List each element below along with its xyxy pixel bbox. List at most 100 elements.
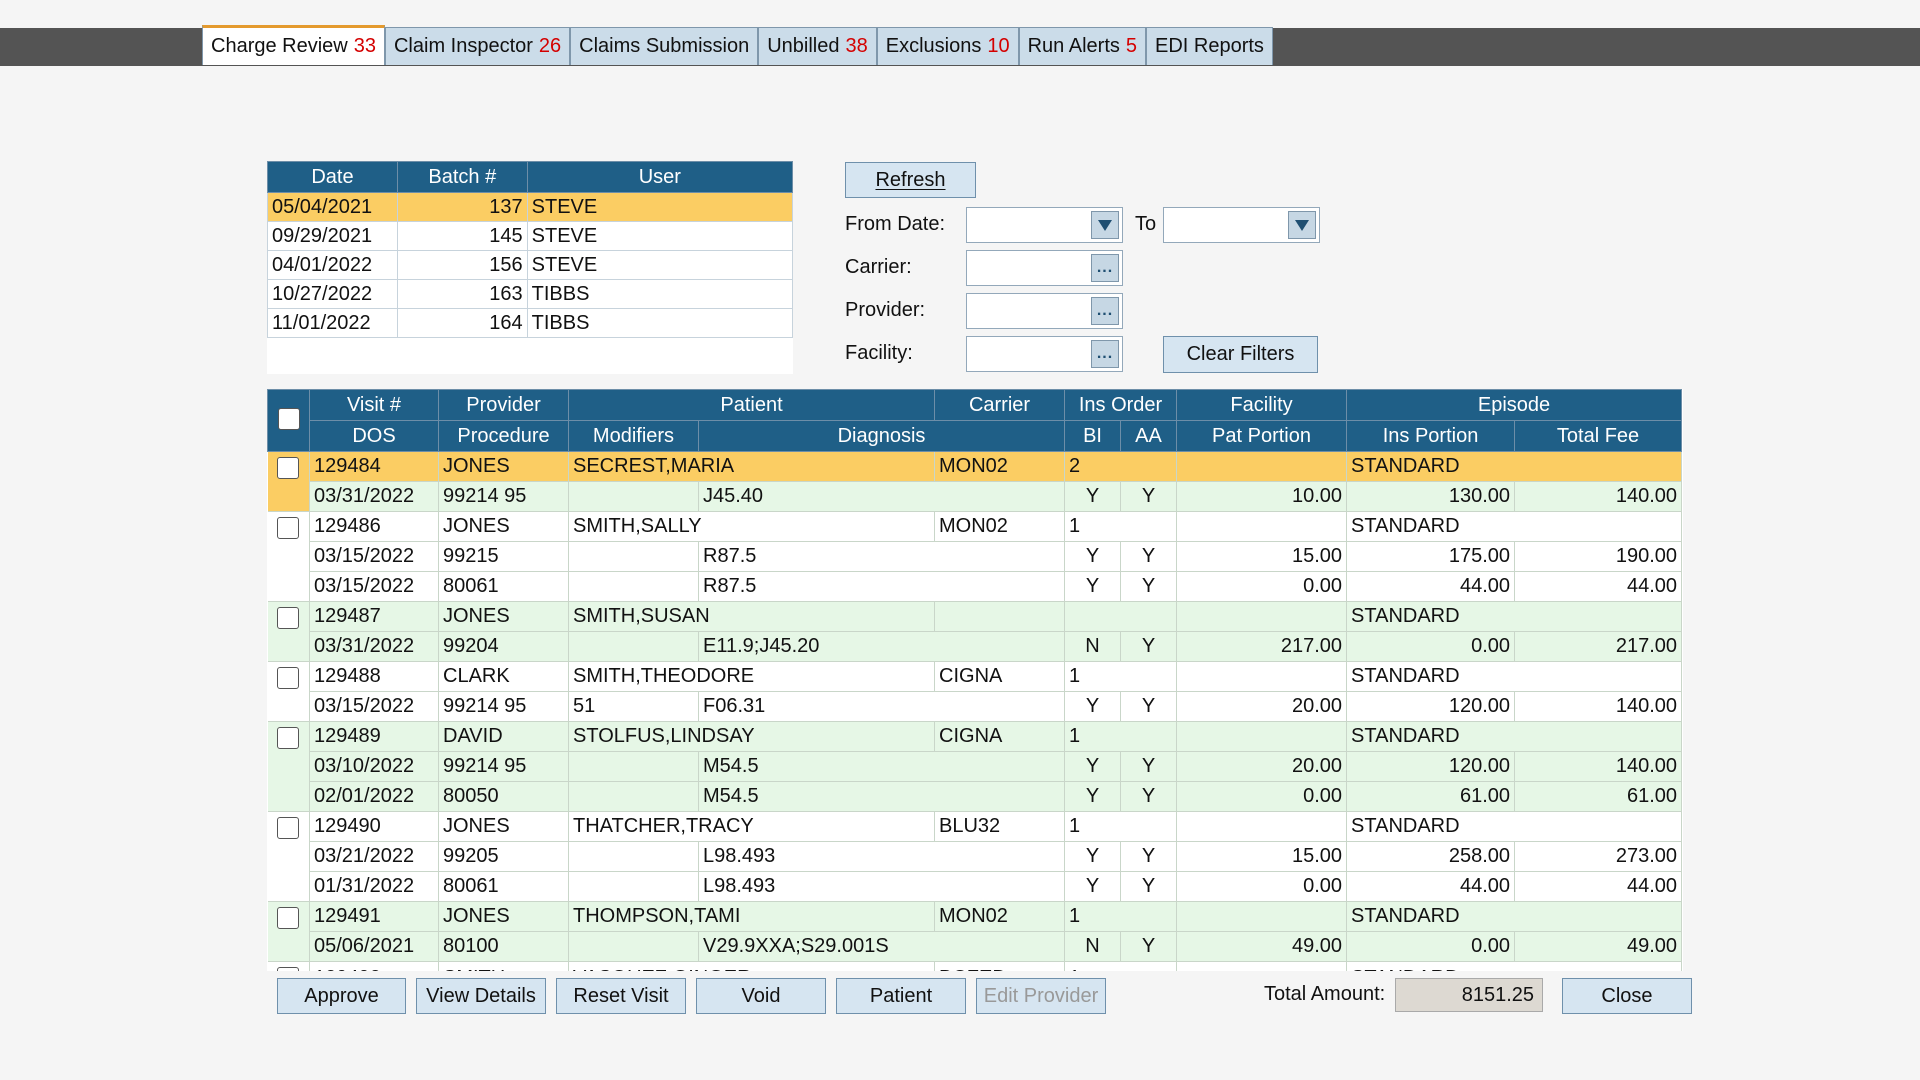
row-checkbox[interactable] — [277, 667, 300, 689]
batch-row[interactable]: 05/04/2021 137 STEVE — [267, 192, 794, 222]
charge-line-row[interactable]: 03/31/2022 99214 95 J45.40 Y Y 10.00 130.00 140… — [268, 481, 1683, 512]
charge-line-row[interactable]: 01/31/2022 80061 L98.493 Y Y 0.00 44.00 44.00 — [268, 871, 1683, 902]
from-date-dropdown-icon[interactable] — [1091, 211, 1119, 239]
batch-row[interactable]: 11/01/2022 164 TIBBS — [267, 308, 794, 338]
visit-patient: THOMPSON,TAMI — [567, 901, 936, 932]
visit-row[interactable]: 129488 CLARK SMITH,THEODORE CIGNA 1 STANDARD — [267, 661, 1683, 722]
tab-edi-reports[interactable]: EDI Reports — [1146, 27, 1273, 65]
col-carrier[interactable]: Carrier — [934, 389, 1066, 421]
carrier-field[interactable]: ... — [966, 250, 1123, 286]
batch-row[interactable]: 10/27/2022 163 TIBBS — [267, 279, 794, 309]
tab-run-alerts[interactable]: Run Alerts 5 — [1018, 27, 1146, 65]
col-pat-portion[interactable]: Pat Portion — [1176, 420, 1348, 452]
visit-ins-order: 1 — [1064, 961, 1178, 971]
line-procedure: 80100 — [438, 931, 569, 962]
tab-claims-submission[interactable]: Claims Submission — [570, 27, 759, 65]
line-total-fee: 140.00 — [1514, 481, 1683, 512]
row-checkbox[interactable] — [277, 907, 300, 929]
charge-line-row[interactable]: 03/15/2022 99215 R87.5 Y Y 15.00 175.00 190.00 — [268, 541, 1683, 572]
close-button[interactable]: Close — [1562, 978, 1692, 1014]
line-bi: Y — [1064, 481, 1122, 512]
line-bi: Y — [1064, 571, 1122, 602]
col-total-fee[interactable]: Total Fee — [1514, 420, 1683, 452]
visit-provider: JONES — [438, 811, 569, 842]
col-provider[interactable]: Provider — [438, 389, 569, 421]
batch-date: 09/29/2021 — [267, 221, 398, 251]
tab-label: Exclusions — [885, 35, 982, 57]
charge-line-row[interactable]: 03/15/2022 99214 95 51 F06.31 Y Y 20.00 120.00 1… — [268, 691, 1683, 722]
charge-line-row[interactable]: 03/10/2022 99214 95 M54.5 Y Y 20.00 120.00 140.… — [268, 751, 1683, 782]
batch-row[interactable]: 09/29/2021 145 STEVE — [267, 221, 794, 251]
visit-row[interactable]: 129491 JONES THOMPSON,TAMI MON02 1 STANDARD — [267, 901, 1683, 962]
visit-row[interactable]: 129490 JONES THATCHER,TRACY BLU32 1 STANDARD — [267, 811, 1683, 902]
visit-row[interactable]: 129492SMITHVASQUEZ,GINGERBCFED1 STANDARD — [267, 961, 1683, 971]
batch-row[interactable]: 04/01/2022 156 STEVE — [267, 250, 794, 280]
tab-exclusions[interactable]: Exclusions 10 — [876, 27, 1019, 65]
charge-line-row[interactable]: 02/01/2022 80050 M54.5 Y Y 0.00 61.00 61.00 — [268, 781, 1683, 812]
col-aa[interactable]: AA — [1120, 420, 1178, 452]
col-modifiers[interactable]: Modifiers — [568, 420, 699, 452]
facility-field[interactable]: ... — [966, 336, 1123, 372]
visit-carrier: BCFED — [934, 961, 1066, 971]
void-button[interactable]: Void — [696, 978, 826, 1014]
line-pat-portion: 0.00 — [1176, 781, 1348, 812]
row-checkbox[interactable] — [277, 607, 300, 629]
tab-charge-review[interactable]: Charge Review 33 — [202, 25, 385, 65]
from-date-field[interactable] — [966, 207, 1123, 243]
row-checkbox[interactable] — [277, 727, 300, 749]
col-episode[interactable]: Episode — [1346, 389, 1683, 421]
col-dos[interactable]: DOS — [309, 420, 439, 452]
batch-col-number[interactable]: Batch # — [396, 161, 528, 193]
edit-provider-button[interactable]: Edit Provider — [976, 978, 1106, 1014]
col-visit[interactable]: Visit # — [309, 389, 439, 421]
row-checkbox[interactable] — [277, 967, 300, 971]
charge-line-row[interactable]: 03/15/2022 80061 R87.5 Y Y 0.00 44.00 44.00 — [268, 571, 1683, 602]
charge-line-row[interactable]: 05/06/2021 80100 V29.9XXA;S29.001S N Y 49.00 0… — [268, 931, 1683, 962]
select-all-checkbox[interactable] — [277, 408, 300, 430]
col-ins-portion[interactable]: Ins Portion — [1346, 420, 1516, 452]
col-bi[interactable]: BI — [1064, 420, 1122, 452]
col-facility[interactable]: Facility — [1176, 389, 1348, 421]
charge-line-row[interactable]: 03/21/2022 99205 L98.493 Y Y 15.00 258.00 273.0… — [268, 841, 1683, 872]
col-ins-order[interactable]: Ins Order — [1064, 389, 1178, 421]
refresh-button-label: Refresh — [875, 168, 946, 191]
visit-row[interactable]: 129487 JONES SMITH,SUSAN STANDARD — [267, 601, 1683, 662]
tab-claim-inspector[interactable]: Claim Inspector 26 — [384, 27, 571, 65]
batch-col-user[interactable]: User — [526, 161, 794, 193]
line-total-fee: 190.00 — [1514, 541, 1683, 572]
to-date-dropdown-icon[interactable] — [1288, 211, 1316, 239]
row-checkbox[interactable] — [277, 457, 300, 479]
approve-button[interactable]: Approve — [277, 978, 406, 1014]
line-pat-portion: 15.00 — [1176, 541, 1348, 572]
visit-row[interactable]: 129486 JONES SMITH,SALLY MON02 1 STANDARD — [267, 511, 1683, 602]
col-procedure[interactable]: Procedure — [438, 420, 569, 452]
carrier-lookup-icon[interactable]: ... — [1091, 254, 1119, 282]
col-diagnosis[interactable]: Diagnosis — [697, 420, 1066, 452]
batch-col-date[interactable]: Date — [267, 161, 398, 193]
row-checkbox[interactable] — [277, 517, 300, 539]
visit-episode: STANDARD — [1346, 811, 1683, 842]
line-bi: Y — [1064, 691, 1122, 722]
provider-lookup-icon[interactable]: ... — [1091, 297, 1119, 325]
reset-visit-button[interactable]: Reset Visit — [556, 978, 686, 1014]
visit-row[interactable]: 129489 DAVID STOLFUS,LINDSAY CIGNA 1 STANDARD — [267, 721, 1683, 812]
provider-field[interactable]: ... — [966, 293, 1123, 329]
col-patient[interactable]: Patient — [567, 389, 936, 421]
refresh-button[interactable]: Refresh — [845, 162, 976, 198]
line-pat-portion: 20.00 — [1176, 691, 1348, 722]
line-dos: 03/31/2022 — [309, 481, 439, 512]
facility-lookup-icon[interactable]: ... — [1091, 340, 1119, 368]
visit-row[interactable]: 129484 JONES SECREST,MARIA MON02 2 STANDARD — [267, 451, 1683, 512]
visit-provider: CLARK — [438, 661, 569, 692]
to-date-field[interactable] — [1163, 207, 1320, 243]
patient-button[interactable]: Patient — [836, 978, 966, 1014]
visit-ins-order: 1 — [1064, 901, 1178, 932]
tab-unbilled[interactable]: Unbilled 38 — [758, 27, 877, 65]
tab-count-badge: 26 — [538, 35, 562, 57]
clear-filters-button[interactable]: Clear Filters — [1163, 336, 1318, 373]
line-diagnosis: V29.9XXA;S29.001S — [697, 931, 1066, 962]
row-checkbox[interactable] — [277, 817, 300, 839]
line-ins-portion: 0.00 — [1346, 631, 1516, 662]
view-details-button[interactable]: View Details — [416, 978, 546, 1014]
charge-line-row[interactable]: 03/31/2022 99204 E11.9;J45.20 N Y 217.00 0.00 2… — [268, 631, 1683, 662]
